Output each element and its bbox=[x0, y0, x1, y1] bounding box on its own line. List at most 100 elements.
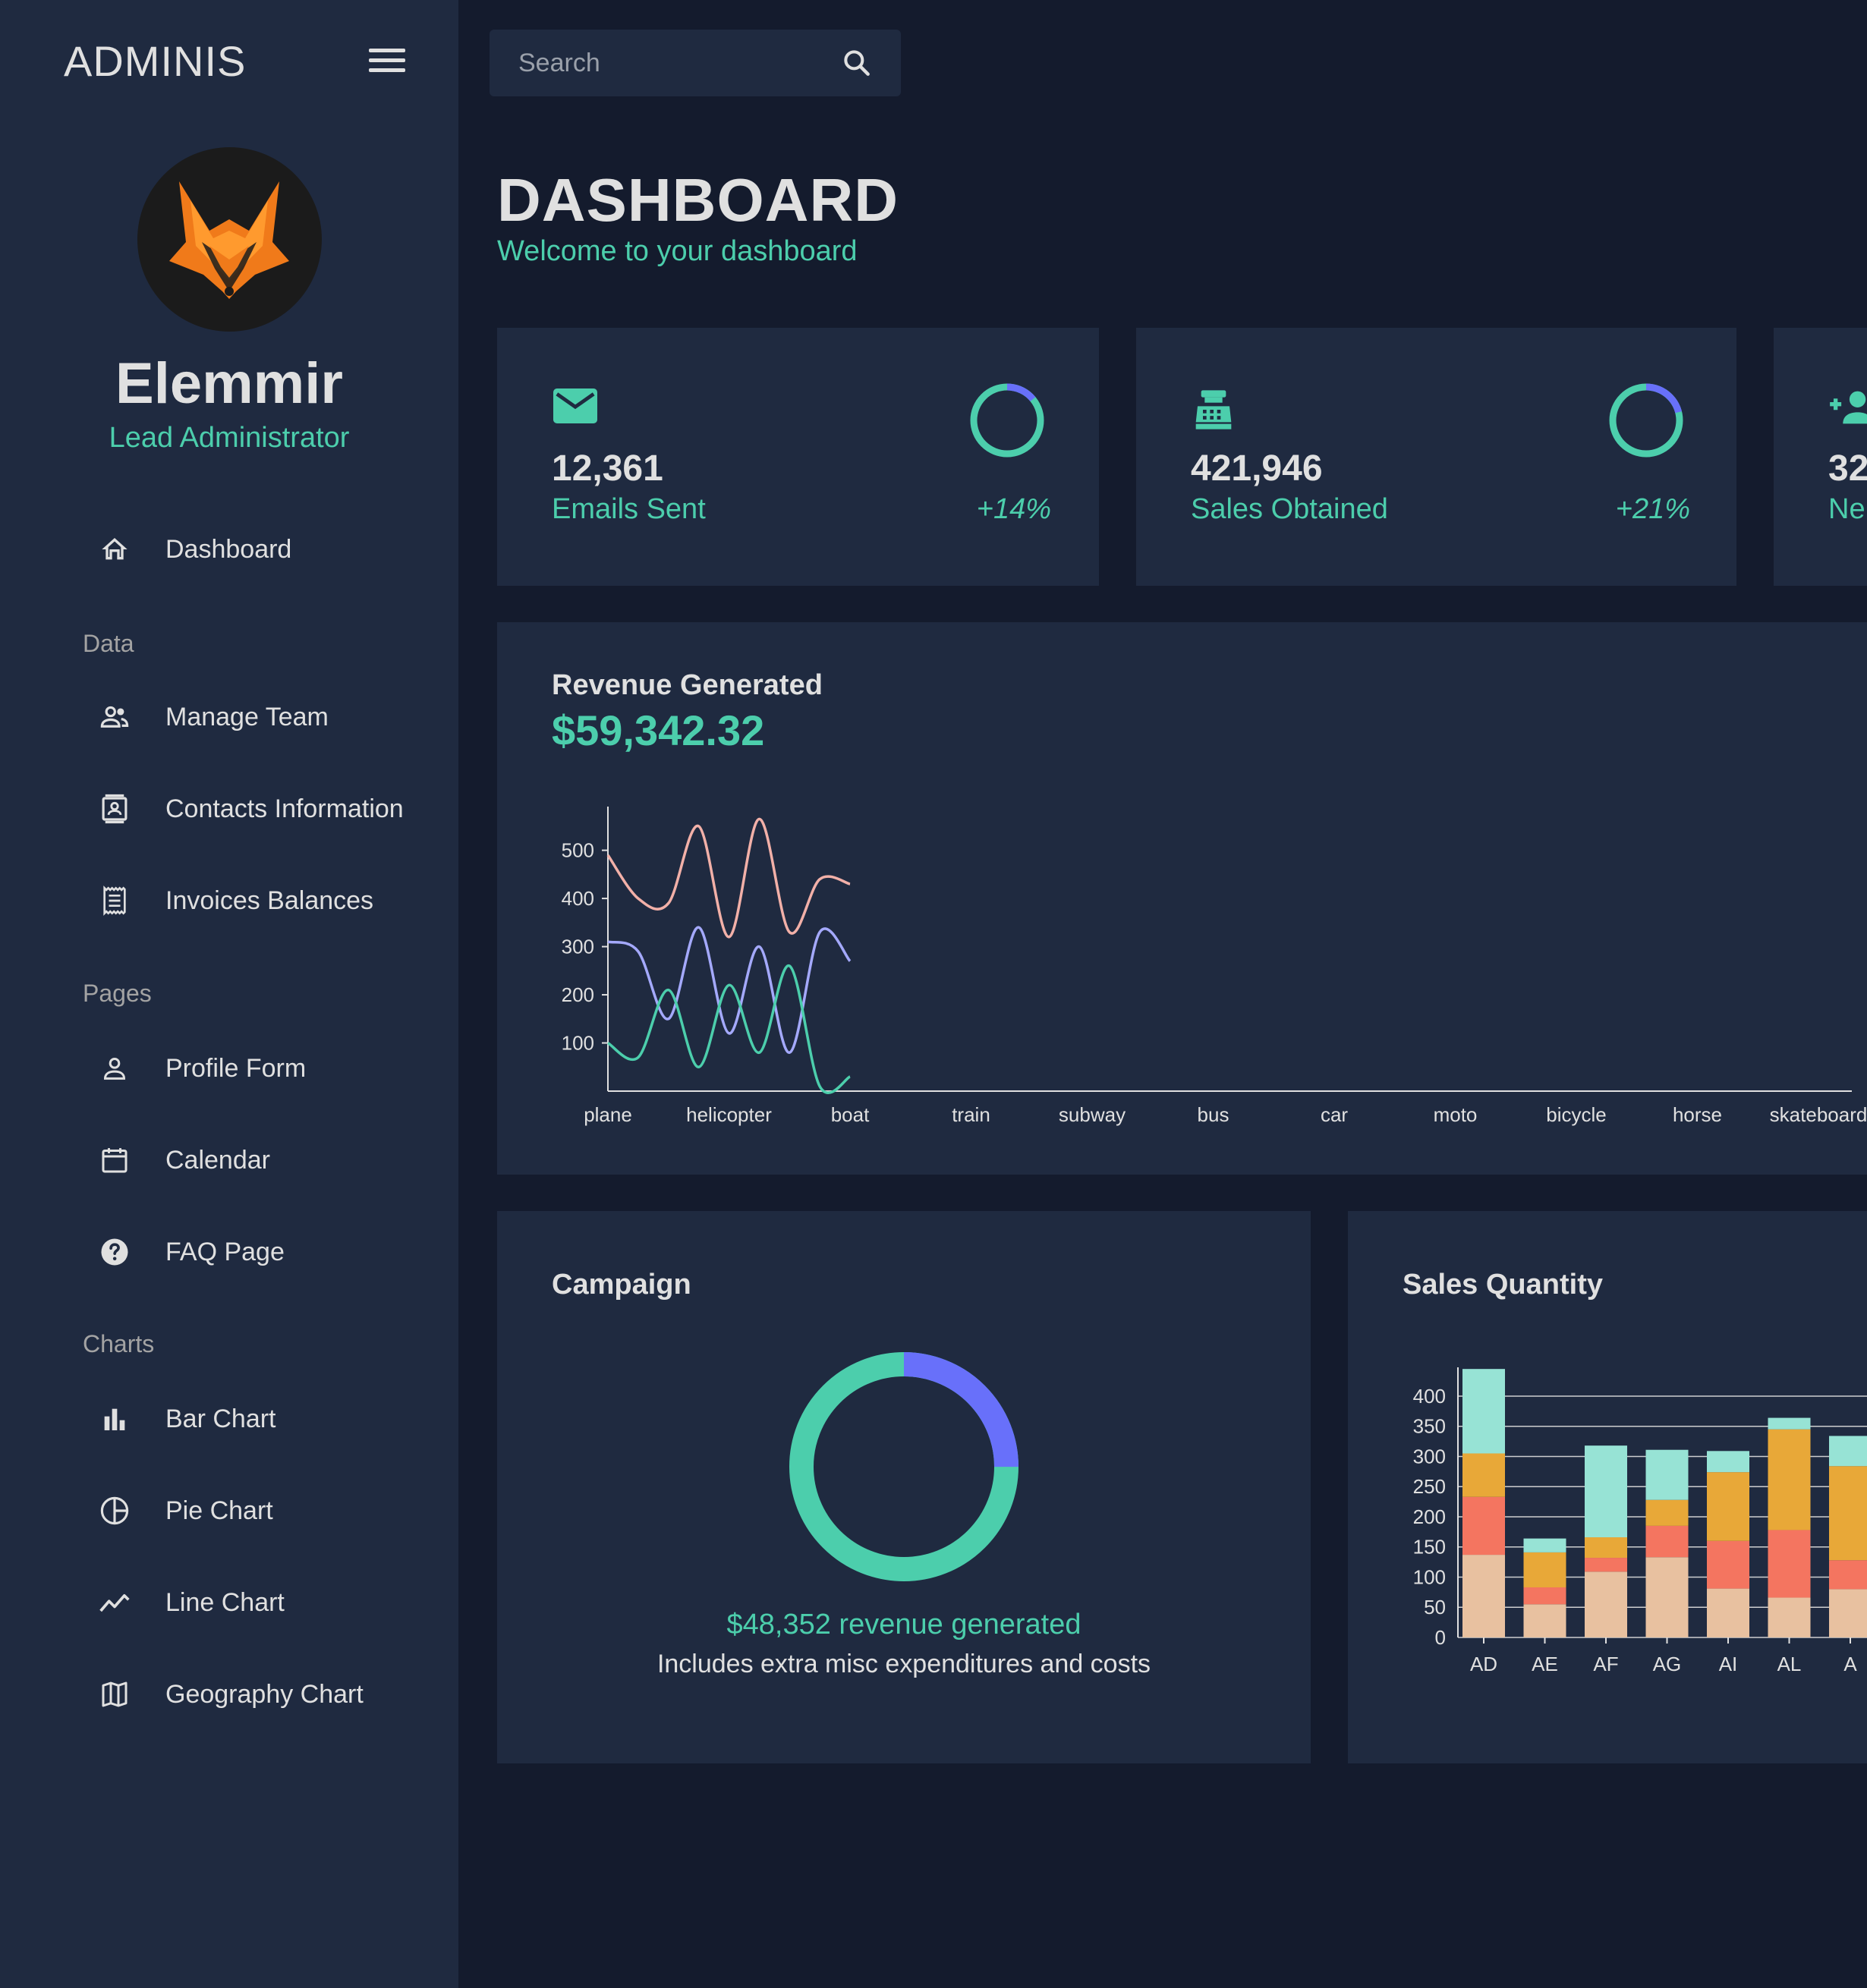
search-icon[interactable] bbox=[840, 46, 874, 80]
sidebar-item-label: Profile Form bbox=[165, 1053, 307, 1083]
map-icon bbox=[97, 1677, 132, 1712]
y-tick-label: 100 bbox=[1413, 1565, 1446, 1588]
x-tick-label: bus bbox=[1198, 1103, 1229, 1126]
point-of-sale-icon bbox=[1192, 388, 1238, 429]
stat-delta: +14% bbox=[976, 493, 1051, 525]
user-name: Elemmir bbox=[115, 351, 343, 416]
bar-segment bbox=[1645, 1525, 1689, 1558]
sidebar-item-label: Dashboard bbox=[165, 534, 292, 564]
y-tick-label: 50 bbox=[1424, 1596, 1446, 1618]
sidebar-section-pages: Pages bbox=[83, 980, 152, 1007]
sidebar-item-line-chart[interactable]: Line Chart bbox=[97, 1576, 285, 1629]
sidebar-item-profile-form[interactable]: Profile Form bbox=[97, 1042, 306, 1095]
menu-icon[interactable] bbox=[369, 49, 405, 79]
bar-chart-icon bbox=[97, 1401, 132, 1436]
sidebar-item-label: Bar Chart bbox=[165, 1404, 276, 1433]
stat-card-sales: 421,946 Sales Obtained +21% bbox=[1136, 328, 1736, 586]
bar-segment bbox=[1523, 1604, 1566, 1637]
sales-bar-chart: 0 50 100 150 200 250 300 350 400 AD AE AF AG AI AL A bbox=[1413, 1367, 1867, 1675]
y-tick-label: 0 bbox=[1435, 1626, 1446, 1649]
stat-card-new-clients: 32 Ne bbox=[1774, 328, 1867, 586]
bar-segment bbox=[1462, 1369, 1505, 1454]
x-tick-label: AL bbox=[1777, 1653, 1802, 1675]
sidebar-item-label: Manage Team bbox=[165, 702, 329, 731]
search-bar bbox=[490, 30, 901, 96]
y-tick-label: 200 bbox=[562, 983, 594, 1006]
line-series bbox=[606, 817, 851, 939]
fox-logo-icon bbox=[169, 181, 289, 299]
y-tick-label: 350 bbox=[1413, 1415, 1446, 1438]
y-tick-label: 500 bbox=[562, 839, 594, 862]
bar-segment bbox=[1768, 1429, 1811, 1530]
bar-segment bbox=[1768, 1417, 1811, 1430]
sidebar-item-manage-team[interactable]: Manage Team bbox=[97, 690, 329, 744]
sidebar-item-faq[interactable]: FAQ Page bbox=[97, 1225, 285, 1279]
stat-value: 32 bbox=[1828, 448, 1867, 489]
y-tick-label: 300 bbox=[562, 936, 594, 958]
y-tick-label: 250 bbox=[1413, 1475, 1446, 1498]
x-tick-label: boat bbox=[831, 1103, 870, 1126]
bar-segment bbox=[1645, 1499, 1689, 1526]
bar-segment bbox=[1462, 1555, 1505, 1637]
campaign-panel: Campaign $48,352 revenue generated Inclu… bbox=[497, 1211, 1311, 1763]
y-tick-label: 150 bbox=[1413, 1536, 1446, 1559]
bar-segment bbox=[1585, 1537, 1627, 1559]
x-tick-label: plane bbox=[584, 1103, 632, 1126]
bar-segment bbox=[1768, 1530, 1811, 1598]
bar-segment bbox=[1523, 1587, 1566, 1605]
campaign-amount: $48,352 revenue generated bbox=[726, 1609, 1081, 1640]
sidebar-item-invoices[interactable]: Invoices Balances bbox=[97, 874, 373, 927]
user-role: Lead Administrator bbox=[109, 422, 350, 454]
sidebar-item-dashboard[interactable]: Dashboard bbox=[97, 523, 291, 576]
line-series bbox=[606, 964, 851, 1094]
sidebar-item-pie-chart[interactable]: Pie Chart bbox=[97, 1484, 273, 1537]
person-icon bbox=[97, 1051, 132, 1086]
bar-segment bbox=[1707, 1451, 1749, 1473]
x-tick-label: AE bbox=[1532, 1653, 1558, 1675]
campaign-title: Campaign bbox=[552, 1269, 691, 1301]
y-tick-label: 300 bbox=[1413, 1445, 1446, 1467]
sidebar-item-bar-chart[interactable]: Bar Chart bbox=[97, 1392, 276, 1445]
bar-segment bbox=[1707, 1588, 1749, 1637]
person-add-icon bbox=[1828, 388, 1867, 428]
x-tick-label: A bbox=[1843, 1653, 1857, 1675]
campaign-note: Includes extra misc expenditures and cos… bbox=[656, 1650, 1151, 1678]
sidebar-item-geography-chart[interactable]: Geography Chart bbox=[97, 1668, 364, 1721]
bar-segment bbox=[1585, 1558, 1627, 1572]
stat-value: 12,361 bbox=[552, 448, 663, 489]
bar-segment bbox=[1707, 1540, 1749, 1589]
y-tick-label: 100 bbox=[562, 1032, 594, 1055]
line-series bbox=[607, 926, 852, 1054]
bar-segment bbox=[1829, 1589, 1867, 1637]
sidebar-item-label: Geography Chart bbox=[165, 1679, 364, 1709]
sidebar-item-contacts[interactable]: Contacts Information bbox=[97, 782, 404, 835]
sidebar-section-data: Data bbox=[83, 630, 134, 657]
sidebar-item-label: Contacts Information bbox=[165, 794, 404, 823]
y-tick-label: 400 bbox=[1413, 1385, 1446, 1408]
sidebar-section-charts: Charts bbox=[83, 1330, 155, 1357]
campaign-progress-ring bbox=[789, 1352, 1019, 1581]
bar-segment bbox=[1645, 1557, 1689, 1637]
bar-segment bbox=[1462, 1496, 1505, 1555]
bar-segment bbox=[1829, 1466, 1867, 1561]
sidebar-item-label: Invoices Balances bbox=[165, 885, 374, 915]
sales-quantity-panel: Sales Quantity 0 50 100 150 200 250 300 350 400 A… bbox=[1348, 1211, 1867, 1763]
x-tick-label: AD bbox=[1470, 1653, 1497, 1675]
x-tick-label: subway bbox=[1059, 1103, 1126, 1126]
sidebar-item-label: Line Chart bbox=[165, 1587, 285, 1617]
stat-label: Sales Obtained bbox=[1191, 493, 1388, 525]
stat-delta: +21% bbox=[1615, 493, 1690, 525]
progress-ring bbox=[1607, 381, 1686, 460]
sidebar-item-calendar[interactable]: Calendar bbox=[97, 1134, 270, 1187]
x-tick-label: helicopter bbox=[686, 1103, 772, 1126]
search-input[interactable] bbox=[518, 46, 822, 80]
sidebar-item-label: Pie Chart bbox=[165, 1496, 273, 1525]
receipt-icon bbox=[97, 883, 132, 918]
home-icon bbox=[97, 532, 132, 567]
x-tick-label: AI bbox=[1719, 1653, 1738, 1675]
x-tick-label: horse bbox=[1673, 1103, 1722, 1126]
bar-segment bbox=[1585, 1571, 1627, 1637]
x-tick-label: AF bbox=[1593, 1653, 1618, 1675]
stat-label: Emails Sent bbox=[552, 493, 706, 525]
email-icon bbox=[553, 388, 599, 428]
